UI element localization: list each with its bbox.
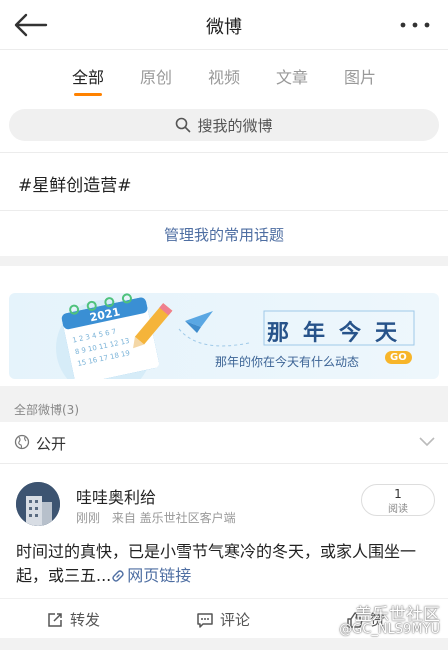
post-source: 来自 盖乐世社区客户端	[111, 511, 236, 525]
repost-button[interactable]: 转发	[46, 609, 100, 630]
read-count-badge: 1 阅读	[361, 484, 435, 516]
tab-all[interactable]: 全部	[72, 64, 104, 98]
banner-title: 那年今天	[267, 320, 412, 346]
weibo-count: 全部微博(3)	[14, 403, 79, 417]
tab-video[interactable]: 视频	[208, 64, 240, 98]
comment-label: 评论	[220, 611, 251, 629]
comment-button[interactable]: 评论	[196, 609, 250, 630]
chevron-down-icon[interactable]	[418, 436, 436, 448]
manage-topics-link[interactable]: 管理我的常用话题	[164, 226, 284, 244]
page-title: 微博	[206, 17, 242, 38]
privacy-label: 公开	[36, 435, 67, 453]
repost-label: 转发	[70, 611, 101, 629]
post-body: 时间过的真快，已是小雪节气寒冷的冬天，或家人围坐一起，或三五...	[16, 542, 417, 585]
search-icon	[176, 117, 191, 133]
manage-topics-row[interactable]: 管理我的常用话题	[0, 210, 448, 256]
comment-icon	[197, 612, 213, 628]
privacy-selector[interactable]: 公开	[0, 422, 448, 464]
post-text: 时间过的真快，已是小雪节气寒冷的冬天，或家人围坐一起，或三五... 网页链接	[16, 540, 436, 588]
active-tab-indicator	[73, 93, 102, 96]
web-link-label: 网页链接	[127, 566, 192, 585]
tab-original[interactable]: 原创	[140, 64, 172, 98]
tab-article[interactable]: 文章	[276, 64, 308, 98]
topic-row[interactable]: #星鲜创造营#	[0, 152, 448, 210]
read-label: 阅读	[388, 504, 408, 515]
avatar-image-icon	[16, 482, 60, 526]
filter-tabs: 全部 原创 视频 文章 图片	[0, 50, 448, 98]
read-count: 1	[394, 487, 402, 501]
more-options-icon[interactable]	[398, 12, 432, 38]
top-bar: 微博	[0, 0, 448, 50]
banner-subtitle: 那年的你在今天有什么动态	[215, 355, 360, 369]
go-button[interactable]: GO	[385, 351, 412, 364]
search-section: 搜我的微博	[0, 98, 448, 152]
link-icon	[112, 570, 124, 582]
globe-icon	[14, 434, 30, 450]
repost-icon	[48, 612, 62, 627]
on-this-day-banner[interactable]: 2021 1 2 3 4 5 6 7 8 9 10 11 12 13 15 16…	[9, 293, 439, 379]
watermark-handle: @GC_NLS9MYU	[339, 622, 440, 637]
tab-label: 全部	[71, 68, 104, 87]
post-time: 刚刚	[76, 511, 101, 525]
avatar[interactable]	[16, 482, 60, 526]
post-meta: 刚刚 来自 盖乐世社区客户端	[76, 509, 236, 526]
search-input[interactable]: 搜我的微博	[9, 109, 439, 141]
tab-image[interactable]: 图片	[344, 64, 376, 98]
search-placeholder: 搜我的微博	[197, 116, 273, 135]
topic-tag[interactable]: #星鲜创造营#	[18, 171, 132, 196]
banner-section: 2021 1 2 3 4 5 6 7 8 9 10 11 12 13 15 16…	[0, 266, 448, 386]
post-username[interactable]: 哇哇奥利给	[76, 484, 156, 508]
web-link[interactable]: 网页链接	[111, 566, 191, 585]
